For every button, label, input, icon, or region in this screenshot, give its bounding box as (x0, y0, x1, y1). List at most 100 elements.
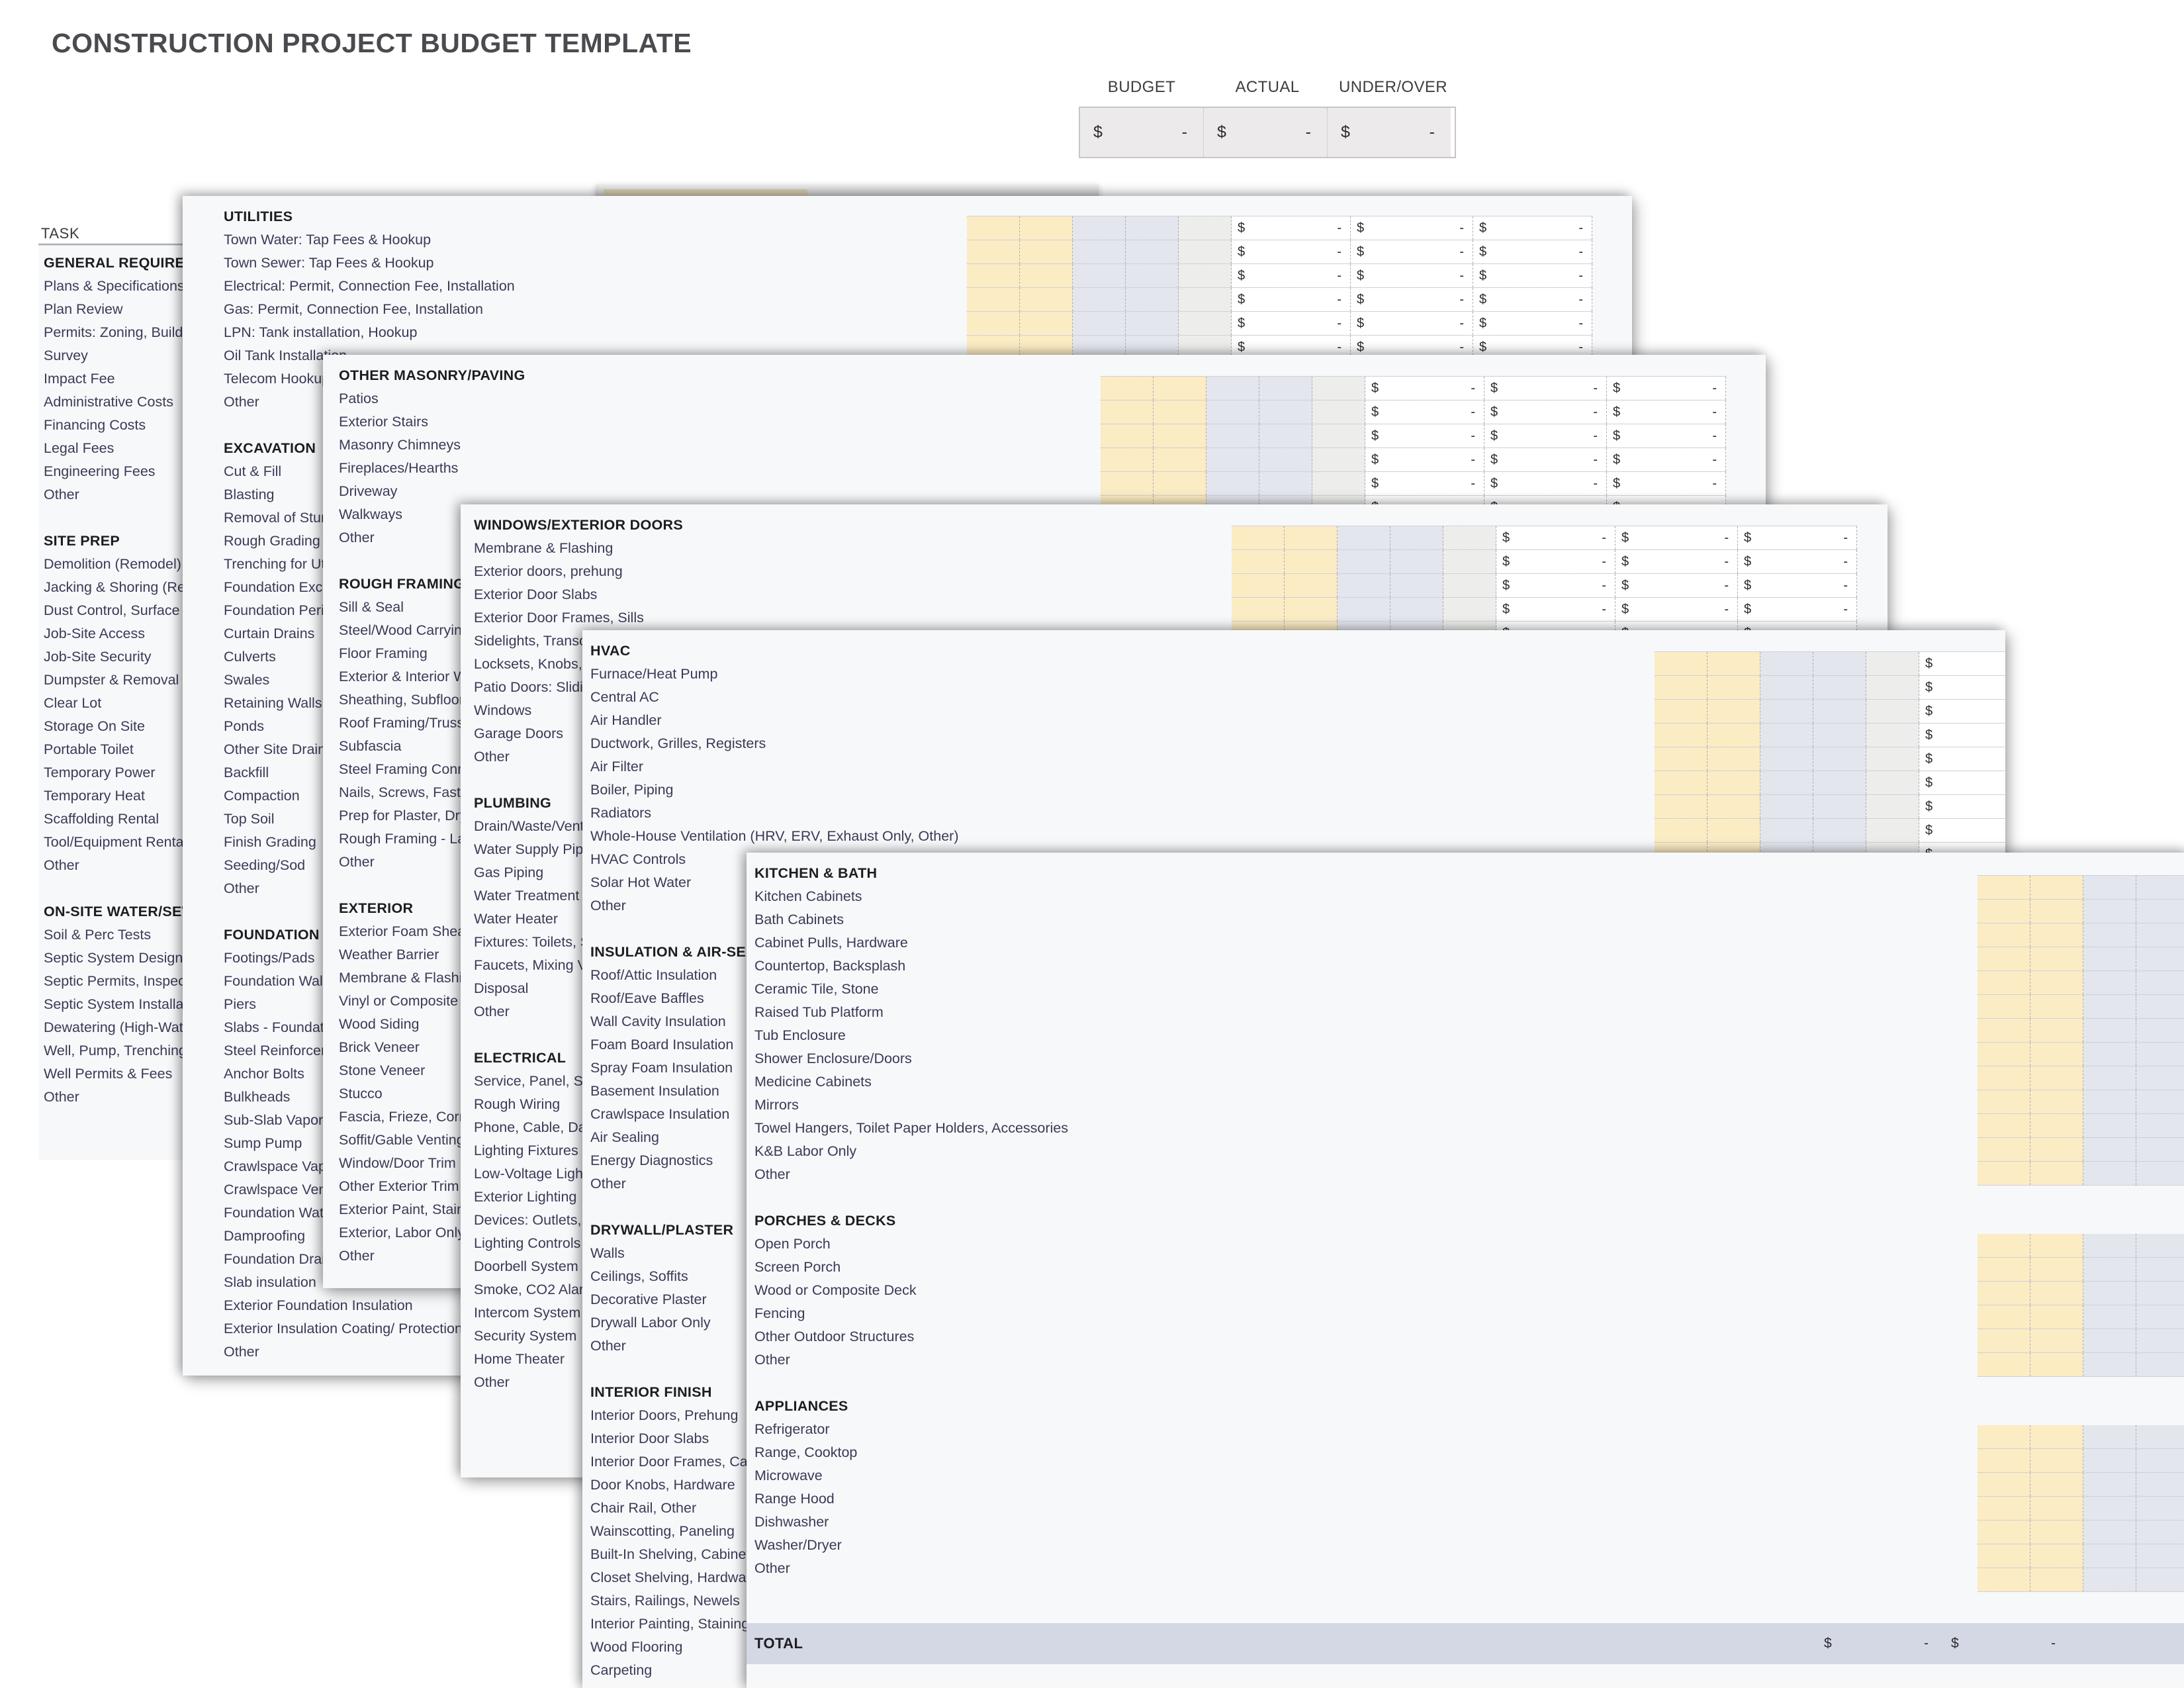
labor-cell[interactable] (1285, 526, 1338, 549)
labor-cell[interactable] (1978, 923, 2030, 947)
labor-cell[interactable] (2030, 1162, 2083, 1185)
task-item[interactable]: Driveway (339, 480, 537, 503)
task-item[interactable]: Medicine Cabinets (754, 1070, 1068, 1094)
task-item[interactable]: Exterior Stairs (339, 410, 537, 434)
labor-cell[interactable] (1020, 216, 1073, 240)
labor-cell[interactable] (1655, 652, 1707, 675)
task-item[interactable]: Boiler, Piping (590, 778, 959, 802)
labor-cell[interactable] (1101, 448, 1154, 471)
labor-cell[interactable] (1707, 724, 1760, 747)
labor-cell[interactable] (2030, 1425, 2083, 1448)
labor-cell[interactable] (1978, 1425, 2030, 1448)
task-item[interactable]: K&B Labor Only (754, 1140, 1068, 1163)
labor-cell[interactable] (1154, 448, 1206, 471)
labor-cell[interactable] (1978, 1138, 2030, 1161)
labor-cell[interactable] (1978, 1282, 2030, 1305)
task-item[interactable]: Bath Cabinets (754, 908, 1068, 931)
labor-cell[interactable] (1978, 900, 2030, 923)
labor-cell[interactable] (1978, 1568, 2030, 1591)
labor-cell[interactable] (967, 312, 1020, 335)
labor-cell[interactable] (1101, 377, 1154, 400)
summary-value-under-over[interactable]: $ - (1328, 108, 1451, 157)
task-item[interactable]: Dishwasher (754, 1511, 1068, 1534)
labor-cell[interactable] (1101, 400, 1154, 424)
labor-cell[interactable] (1978, 947, 2030, 970)
task-item[interactable]: Screen Porch (754, 1256, 1068, 1279)
labor-cell[interactable] (1978, 1162, 2030, 1185)
labor-cell[interactable] (2030, 876, 2083, 899)
labor-cell[interactable] (2030, 923, 2083, 947)
labor-cell[interactable] (1232, 574, 1285, 597)
labor-cell[interactable] (967, 288, 1020, 311)
labor-cell[interactable] (2030, 1090, 2083, 1113)
labor-cell[interactable] (1285, 550, 1338, 573)
labor-cell[interactable] (1707, 700, 1760, 723)
task-item[interactable]: Town Sewer: Tap Fees & Hookup (224, 252, 515, 275)
labor-cell[interactable] (1655, 771, 1707, 794)
labor-cell[interactable] (1655, 676, 1707, 699)
task-item[interactable]: Gas: Permit, Connection Fee, Installatio… (224, 298, 515, 321)
labor-cell[interactable] (2030, 1066, 2083, 1090)
summary-value-budget[interactable]: $ - (1080, 108, 1204, 157)
labor-cell[interactable] (1978, 1521, 2030, 1544)
task-item[interactable]: Mirrors (754, 1094, 1068, 1117)
labor-cell[interactable] (1978, 995, 2030, 1018)
task-item[interactable]: Whole-House Ventilation (HRV, ERV, Exhau… (590, 825, 959, 848)
summary-value-actual[interactable]: $ - (1204, 108, 1328, 157)
task-item[interactable]: Fencing (754, 1302, 1068, 1325)
labor-cell[interactable] (1978, 1473, 2030, 1496)
task-item[interactable]: Refrigerator (754, 1418, 1068, 1441)
task-item[interactable]: Open Porch (754, 1233, 1068, 1256)
task-item[interactable]: Range Hood (754, 1487, 1068, 1511)
labor-cell[interactable] (2030, 1234, 2083, 1257)
labor-cell[interactable] (1978, 1449, 2030, 1472)
labor-cell[interactable] (1978, 1090, 2030, 1113)
task-item[interactable]: Wood or Composite Deck (754, 1279, 1068, 1302)
task-item[interactable]: Kitchen Cabinets (754, 885, 1068, 908)
labor-cell[interactable] (1655, 747, 1707, 771)
task-item[interactable]: Electrical: Permit, Connection Fee, Inst… (224, 275, 515, 298)
labor-cell[interactable] (2030, 995, 2083, 1018)
task-item[interactable]: Range, Cooktop (754, 1441, 1068, 1464)
labor-cell[interactable] (1285, 598, 1338, 621)
task-item[interactable]: Other (754, 1163, 1068, 1186)
task-item[interactable]: Radiators (590, 802, 959, 825)
labor-cell[interactable] (1101, 472, 1154, 495)
labor-cell[interactable] (1978, 1019, 2030, 1042)
labor-cell[interactable] (2030, 1043, 2083, 1066)
labor-cell[interactable] (1978, 1234, 2030, 1257)
task-item[interactable]: Ductwork, Grilles, Registers (590, 732, 959, 755)
labor-cell[interactable] (2030, 1544, 2083, 1568)
labor-cell[interactable] (2030, 1449, 2083, 1472)
task-item[interactable]: Air Filter (590, 755, 959, 778)
labor-cell[interactable] (1978, 1305, 2030, 1329)
task-item[interactable]: Exterior Door Slabs (474, 583, 683, 606)
task-item[interactable]: Shower Enclosure/Doors (754, 1047, 1068, 1070)
labor-cell[interactable] (1020, 264, 1073, 287)
labor-cell[interactable] (1655, 819, 1707, 842)
labor-cell[interactable] (2030, 1521, 2083, 1544)
labor-cell[interactable] (2030, 1497, 2083, 1520)
labor-cell[interactable] (1978, 971, 2030, 994)
labor-cell[interactable] (2030, 900, 2083, 923)
labor-cell[interactable] (1707, 747, 1760, 771)
task-item[interactable]: Cabinet Pulls, Hardware (754, 931, 1068, 955)
labor-cell[interactable] (2030, 1019, 2083, 1042)
labor-cell[interactable] (1978, 876, 2030, 899)
labor-cell[interactable] (1978, 1353, 2030, 1376)
labor-cell[interactable] (1655, 724, 1707, 747)
labor-cell[interactable] (1978, 1066, 2030, 1090)
labor-cell[interactable] (1655, 700, 1707, 723)
labor-cell[interactable] (2030, 947, 2083, 970)
labor-cell[interactable] (2030, 1114, 2083, 1137)
labor-cell[interactable] (2030, 971, 2083, 994)
labor-cell[interactable] (1978, 1329, 2030, 1352)
labor-cell[interactable] (1707, 652, 1760, 675)
task-item[interactable]: Membrane & Flashing (474, 537, 683, 560)
labor-cell[interactable] (967, 216, 1020, 240)
labor-cell[interactable] (967, 264, 1020, 287)
labor-cell[interactable] (2030, 1305, 2083, 1329)
labor-cell[interactable] (1978, 1497, 2030, 1520)
labor-cell[interactable] (2030, 1282, 2083, 1305)
labor-cell[interactable] (1707, 771, 1760, 794)
